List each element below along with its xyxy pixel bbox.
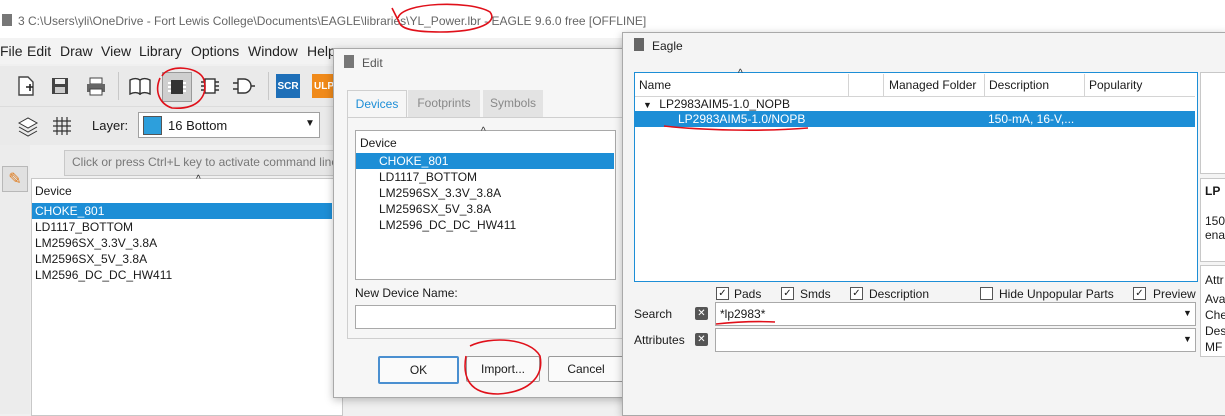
menu-options[interactable]: Options <box>191 43 239 59</box>
sort-up-icon: ^ <box>738 68 743 79</box>
chevron-down-icon[interactable]: ▼ <box>1183 308 1192 318</box>
search-label: Search <box>634 307 673 321</box>
list-item[interactable]: LM2596SX_3.3V_3.8A <box>356 185 614 201</box>
attributes-input[interactable] <box>715 328 1196 352</box>
dialog-icon <box>634 38 644 51</box>
edit-list-header[interactable]: Device <box>360 136 397 150</box>
collapse-arrow-icon[interactable]: ▼ <box>643 100 652 110</box>
menu-window[interactable]: Window <box>248 43 298 59</box>
sort-up-icon: ^ <box>196 174 201 185</box>
layer-select[interactable] <box>138 112 320 138</box>
eagle-dialog-title: Eagle <box>652 39 683 53</box>
attributes-label: Attributes <box>634 333 685 347</box>
list-item[interactable]: LM2596_DC_DC_HW411 <box>32 267 332 283</box>
list-item[interactable]: CHOKE_801 <box>32 203 332 219</box>
clear-search-icon[interactable]: ✕ <box>695 307 708 320</box>
chevron-down-icon[interactable]: ▼ <box>305 118 315 129</box>
gate-icon[interactable] <box>230 72 258 100</box>
list-item[interactable]: LM2596SX_5V_3.8A <box>32 251 332 267</box>
attribute-row: Che <box>1205 308 1225 322</box>
tree-parent-label: LP2983AIM5-1.0_NOPB <box>659 97 791 111</box>
save-icon[interactable] <box>46 72 74 100</box>
column-description[interactable]: Description <box>989 78 1049 92</box>
book-icon[interactable] <box>126 72 154 100</box>
new-device-name-label: New Device Name: <box>355 286 458 300</box>
window-title: 3 C:\Users\yli\OneDrive - Fort Lewis Col… <box>18 14 647 28</box>
clear-attributes-icon[interactable]: ✕ <box>695 333 708 346</box>
pads-label: Pads <box>734 287 762 301</box>
print-icon[interactable] <box>82 72 110 100</box>
list-item[interactable]: LD1117_BOTTOM <box>32 219 332 235</box>
search-input[interactable] <box>715 302 1196 326</box>
preview-label: Preview <box>1153 287 1196 301</box>
ok-button[interactable]: OK <box>378 356 459 384</box>
tree-child-label: LP2983AIM5-1.0/NOPB <box>678 112 806 126</box>
column-popularity[interactable]: Popularity <box>1089 78 1142 92</box>
attribute-row: Ava <box>1205 292 1225 306</box>
list-item[interactable]: CHOKE_801 <box>356 153 614 169</box>
attributes-header: Attr <box>1205 273 1224 287</box>
tab-footprints[interactable]: Footprints <box>408 90 480 117</box>
menu-draw[interactable]: Draw <box>60 43 93 59</box>
tree-child-description: 150-mA, 16-V,... <box>988 112 1075 126</box>
menu-edit[interactable]: Edit <box>27 43 51 59</box>
menu-help[interactable]: Help <box>307 43 336 59</box>
search-value: *lp2983* <box>720 307 766 321</box>
import-button[interactable]: Import... <box>466 356 540 382</box>
pads-checkbox[interactable]: ✓ <box>716 287 729 300</box>
hide-unpopular-label: Hide Unpopular Parts <box>999 287 1114 301</box>
menu-file[interactable]: File <box>0 43 23 59</box>
cancel-button[interactable]: Cancel <box>548 356 624 382</box>
sort-up-icon: ^ <box>481 126 486 137</box>
package-icon[interactable] <box>162 72 192 102</box>
layer-color-swatch <box>143 116 162 135</box>
tree-child-row[interactable]: LP2983AIM5-1.0/NOPB 150-mA, 16-V,... <box>635 111 1195 127</box>
description-text: ena <box>1205 228 1225 242</box>
list-item[interactable]: LM2596SX_5V_3.8A <box>356 201 614 217</box>
attribute-row: MF <box>1205 340 1223 354</box>
grid-icon[interactable] <box>48 112 76 140</box>
hide-unpopular-checkbox[interactable] <box>980 287 993 300</box>
list-item[interactable]: LM2596_DC_DC_HW411 <box>356 217 614 233</box>
preview-pane <box>1200 72 1225 174</box>
description-label: Description <box>869 287 930 301</box>
smds-label: Smds <box>800 287 831 301</box>
layer-value: 16 Bottom <box>168 118 228 133</box>
column-name[interactable]: Name <box>639 78 671 92</box>
description-checkbox[interactable]: ✓ <box>850 287 863 300</box>
dialog-icon <box>344 55 354 68</box>
app-icon <box>2 14 12 26</box>
menu-library[interactable]: Library <box>139 43 182 59</box>
smds-checkbox[interactable]: ✓ <box>781 287 794 300</box>
tab-devices[interactable]: Devices <box>347 90 407 118</box>
layers-icon[interactable] <box>14 112 42 140</box>
device-list-header[interactable]: Device <box>35 184 72 198</box>
new-device-name-input[interactable] <box>355 305 616 329</box>
list-item[interactable]: LD1117_BOTTOM <box>356 169 614 185</box>
description-title: LP <box>1205 184 1221 198</box>
command-line-placeholder: Click or press Ctrl+L key to activate co… <box>72 155 338 169</box>
menu-view[interactable]: View <box>101 43 131 59</box>
chevron-down-icon[interactable]: ▼ <box>1183 334 1192 344</box>
layer-label: Layer: <box>92 118 129 133</box>
scr-icon[interactable]: SCR <box>276 74 300 98</box>
chip-icon[interactable] <box>196 72 224 100</box>
list-item[interactable]: LM2596SX_3.3V_3.8A <box>32 235 332 251</box>
preview-checkbox[interactable]: ✓ <box>1133 287 1146 300</box>
pencil-icon[interactable]: ✎ <box>2 166 28 192</box>
edit-dialog-title: Edit <box>362 56 383 70</box>
description-text: 150 <box>1205 214 1225 228</box>
new-file-icon[interactable] <box>12 72 40 100</box>
column-managed-folder[interactable]: Managed Folder <box>889 78 976 92</box>
attribute-row: Des <box>1205 324 1225 338</box>
tab-symbols[interactable]: Symbols <box>483 90 543 117</box>
